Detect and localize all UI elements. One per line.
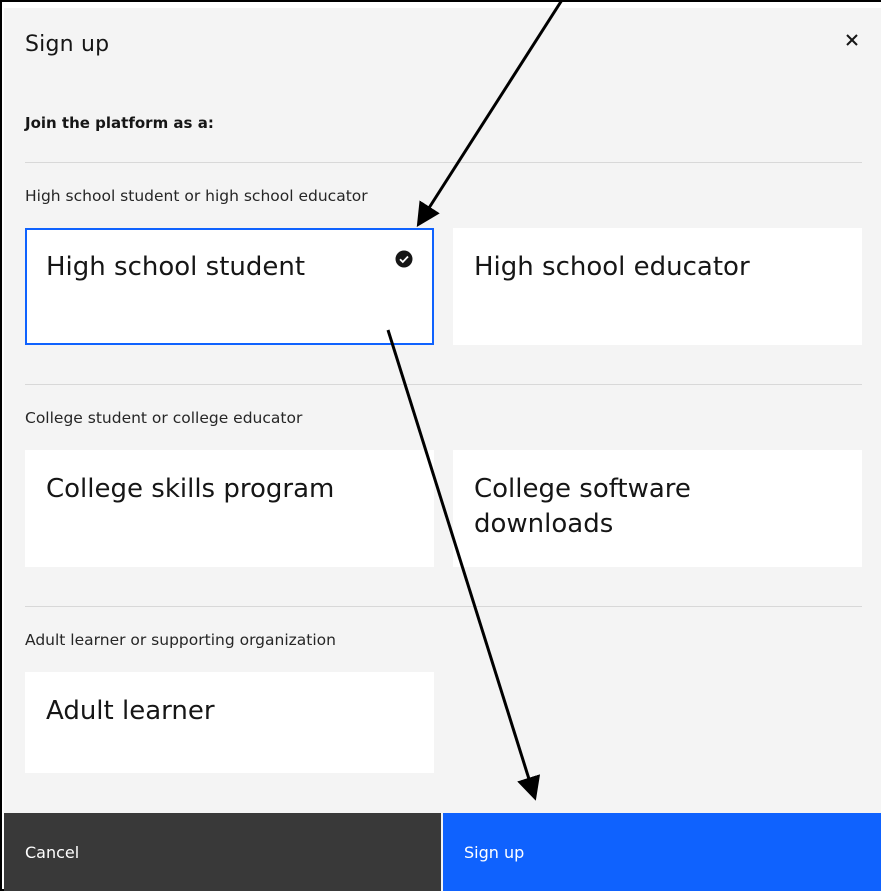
divider: [25, 384, 862, 385]
option-label: Adult learner: [46, 696, 215, 726]
option-label: High school student: [46, 252, 306, 282]
signup-button-label: Sign up: [464, 843, 525, 862]
option-label: High school educator: [474, 252, 750, 282]
divider: [25, 606, 862, 607]
option-label: College skills program: [46, 474, 335, 504]
modal-footer: Cancel Sign up: [4, 813, 881, 891]
modal-title: Sign up: [25, 32, 110, 57]
option-high-school-educator[interactable]: High school educator: [453, 228, 862, 345]
option-high-school-student[interactable]: High school student: [25, 228, 434, 345]
signup-button[interactable]: Sign up: [443, 813, 881, 891]
cancel-button-label: Cancel: [25, 843, 80, 862]
checkmark-filled-icon: [395, 250, 413, 268]
section-label-adult: Adult learner or supporting organization: [25, 631, 336, 649]
join-prompt: Join the platform as a:: [25, 114, 214, 132]
signup-modal: Sign up Join the platform as a: High sch…: [4, 8, 881, 891]
option-label: College software downloads: [474, 474, 691, 539]
option-college-skills-program[interactable]: College skills program: [25, 450, 434, 567]
option-college-software-downloads[interactable]: College software downloads: [453, 450, 862, 567]
section-label-college: College student or college educator: [25, 409, 303, 427]
close-icon[interactable]: [840, 28, 864, 52]
section-label-high-school: High school student or high school educa…: [25, 187, 368, 205]
option-adult-learner[interactable]: Adult learner: [25, 672, 434, 773]
divider: [25, 162, 862, 163]
top-strip: [2, 2, 881, 8]
cancel-button[interactable]: Cancel: [4, 813, 441, 891]
screenshot-frame: Sign up Join the platform as a: High sch…: [0, 0, 881, 891]
